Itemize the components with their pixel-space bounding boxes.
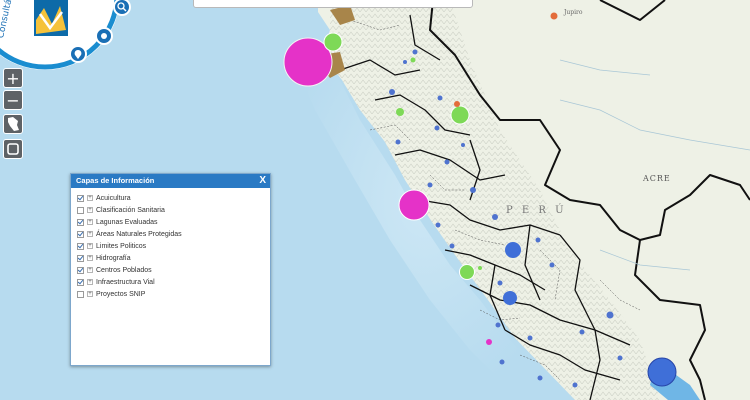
layer-item: + Centros Poblados (71, 264, 270, 276)
zoom-in-button[interactable]: + (3, 68, 23, 88)
layer-list: + Acuicultura + Clasificación Sanitaria … (71, 188, 270, 300)
label-peru-fragment: P E R Ú (506, 204, 567, 216)
expand-icon[interactable]: + (87, 279, 93, 285)
expand-icon[interactable]: + (87, 291, 93, 297)
layers-toggle-button[interactable] (3, 139, 23, 159)
layer-label: Proyectos SNIP (96, 290, 146, 298)
expand-icon[interactable]: + (87, 219, 93, 225)
magnifier-tool-icon[interactable] (113, 0, 131, 16)
layer-label: Limites Politicos (96, 242, 147, 250)
layers-icon (7, 143, 19, 155)
expand-icon[interactable]: + (87, 231, 93, 237)
expand-icon[interactable]: + (87, 267, 93, 273)
layer-item: + Acuicultura (71, 192, 270, 204)
layer-checkbox[interactable] (77, 254, 84, 262)
layer-label: Infraestructura Vial (96, 278, 155, 286)
expand-icon[interactable]: + (87, 195, 93, 201)
layer-label: Acuicultura (96, 194, 131, 202)
layers-panel-title: Capas de Información (76, 176, 155, 185)
layer-checkbox[interactable] (77, 194, 84, 202)
layer-item: + Hidrografía (71, 252, 270, 264)
layer-item: + Limites Politicos (71, 240, 270, 252)
expand-icon[interactable]: + (87, 255, 93, 261)
layer-item: + Clasificación Sanitaria (71, 204, 270, 216)
layer-checkbox[interactable] (77, 278, 84, 286)
layer-checkbox[interactable] (77, 242, 84, 250)
layer-checkbox[interactable] (77, 230, 84, 238)
layer-checkbox[interactable] (77, 206, 84, 214)
layer-label: Hidrografía (96, 254, 131, 262)
layer-item: + Infraestructura Vial (71, 276, 270, 288)
layer-item: + Áreas Naturales Protegidas (71, 228, 270, 240)
layer-item: + Lagunas Evaluadas (71, 216, 270, 228)
expand-icon[interactable]: + (87, 243, 93, 249)
layer-checkbox[interactable] (77, 218, 84, 226)
layer-checkbox[interactable] (77, 290, 84, 298)
layers-panel-header: Capas de Información X (71, 174, 270, 188)
expand-icon[interactable]: + (87, 207, 93, 213)
layer-label: Centros Poblados (96, 266, 152, 274)
label-top-town: Jupiro (563, 9, 583, 16)
layer-item: + Proyectos SNIP (71, 288, 270, 300)
layer-label: Clasificación Sanitaria (96, 206, 165, 214)
peru-extent-button[interactable] (3, 114, 23, 134)
layers-panel: Capas de Información X + Acuicultura + C… (70, 173, 271, 366)
top-search-bar[interactable] (193, 0, 473, 8)
zoom-out-button[interactable]: − (3, 90, 23, 110)
layer-label: Lagunas Evaluadas (96, 218, 158, 226)
peru-map-icon (8, 117, 19, 131)
layer-label: Áreas Naturales Protegidas (96, 230, 182, 238)
label-acre: ACRE (642, 174, 671, 183)
close-icon[interactable]: X (259, 174, 266, 188)
layer-checkbox[interactable] (77, 266, 84, 274)
